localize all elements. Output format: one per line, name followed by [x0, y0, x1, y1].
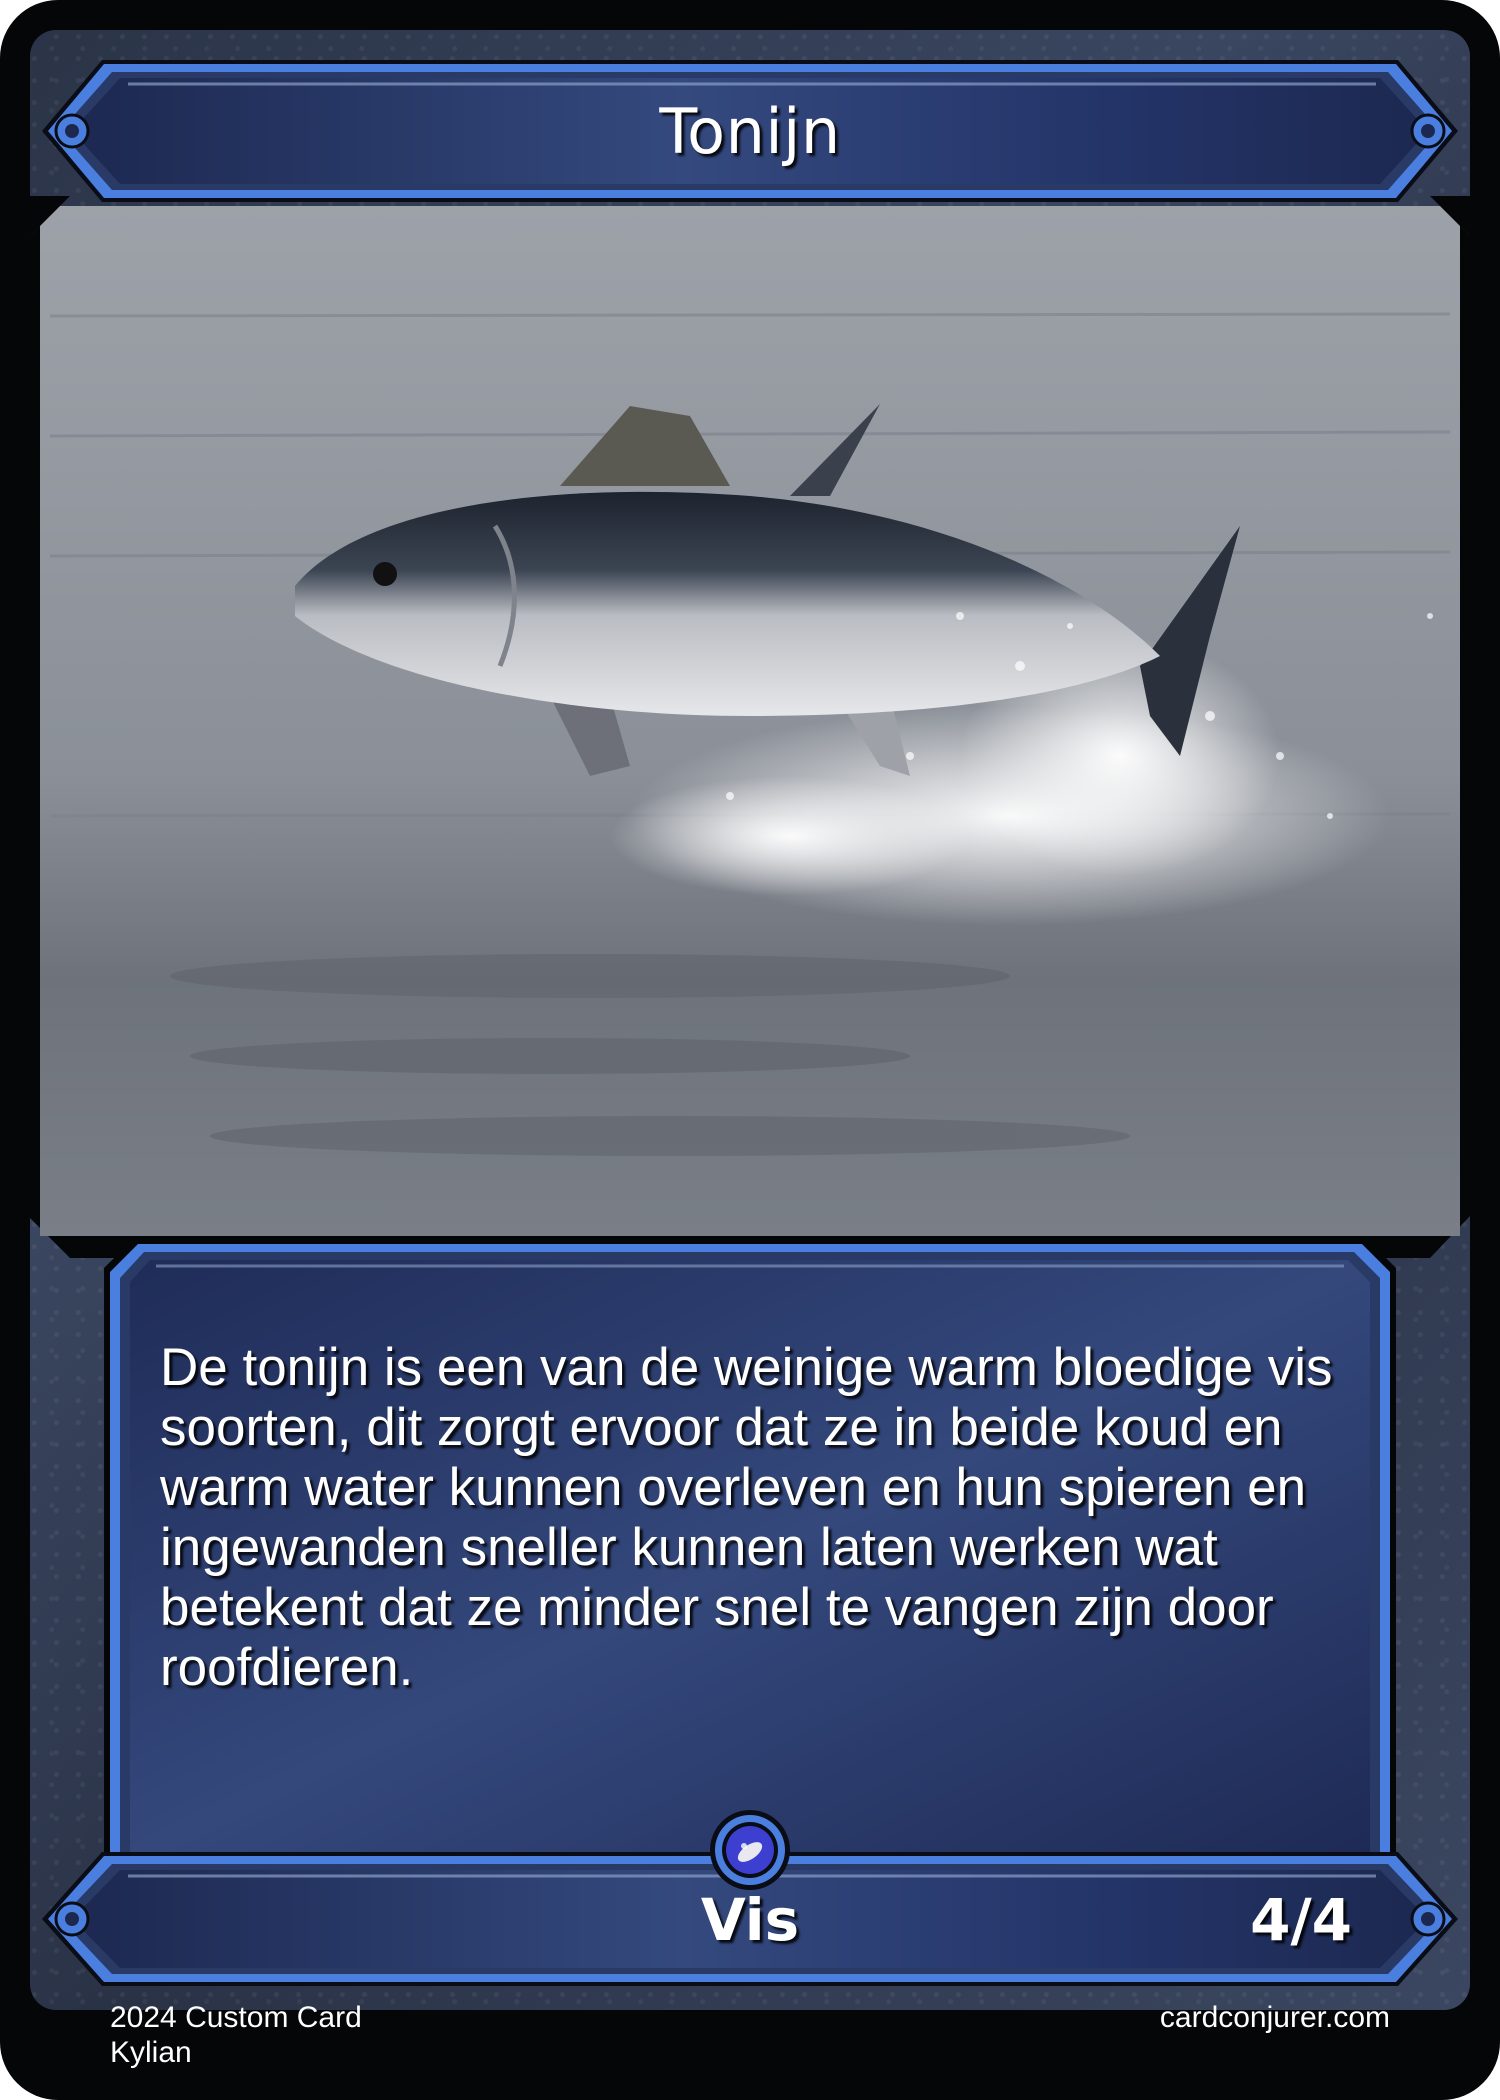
card: Tonijn De tonijn is een van de weinige w… [0, 0, 1500, 2100]
fish-gem-icon [710, 1810, 790, 1890]
card-name: Tonijn [659, 94, 841, 168]
footer-site: cardconjurer.com [1159, 2001, 1390, 2034]
footer-info: 2024 Custom Card Kylian [110, 2000, 362, 2070]
type-line: Vis [700, 1886, 800, 1954]
footer-info-line1: 2024 Custom Card [110, 2001, 362, 2034]
title-bar: Tonijn [40, 58, 1460, 204]
power-toughness: 4/4 [1250, 1886, 1352, 1954]
card-art [30, 196, 1470, 1258]
tuna-art-image [30, 196, 1470, 1258]
rules-text-box: De tonijn is een van de weinige warm blo… [104, 1238, 1396, 1858]
rules-text: De tonijn is een van de weinige warm blo… [160, 1338, 1333, 1697]
footer-info-line2: Kylian [110, 2036, 192, 2069]
